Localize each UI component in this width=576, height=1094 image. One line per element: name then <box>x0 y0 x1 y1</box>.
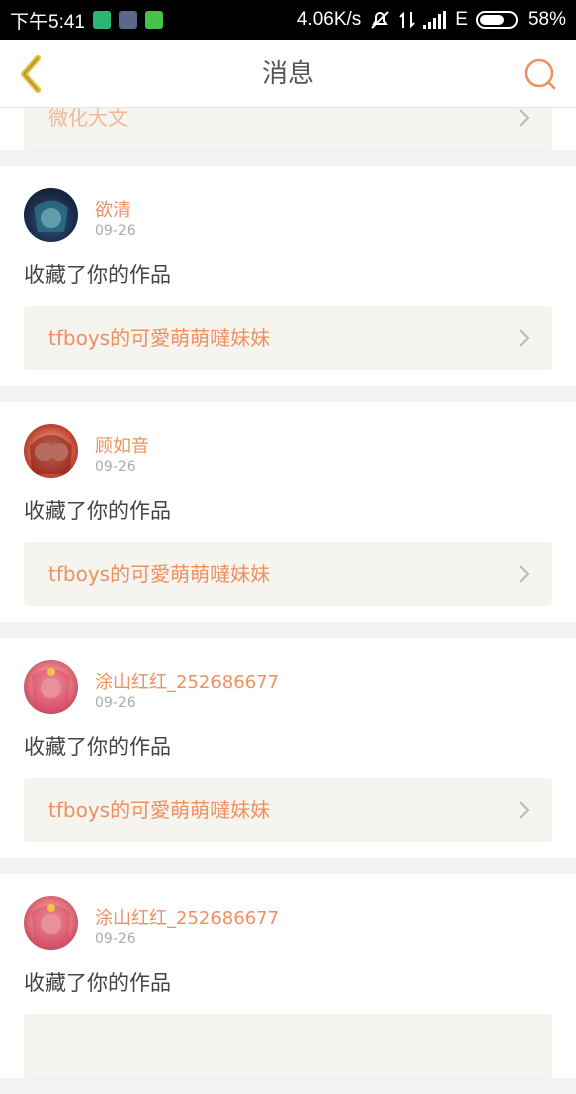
chevron-right-icon <box>519 801 530 819</box>
username[interactable]: 涂山红红_252686677 <box>95 668 279 694</box>
top-bar: 消息 <box>0 40 576 108</box>
chevron-right-icon <box>519 329 530 347</box>
android-app-icon <box>144 11 163 29</box>
avatar[interactable] <box>24 188 78 242</box>
gallery-app-icon <box>118 11 137 29</box>
battery-icon <box>475 11 518 29</box>
work-link[interactable]: tfboys的可愛萌萌噠妹妹 <box>24 778 552 842</box>
signal-icon <box>423 11 447 29</box>
battery-level: 58% <box>527 9 566 30</box>
username[interactable]: 顾如音 <box>95 432 149 458</box>
work-link[interactable]: tfboys的可愛萌萌噠妹妹 <box>24 542 552 606</box>
message-card: 涂山红红_252686677 09-26 收藏了你的作品 <box>0 874 576 1078</box>
work-link[interactable]: 微化大文 <box>24 108 552 150</box>
action-text: 收藏了你的作品 <box>24 263 171 287</box>
message-card: 微化大文 <box>0 108 576 150</box>
avatar[interactable] <box>24 424 78 478</box>
message-feed: 微化大文 欲清 09-26 收藏了你的作品 tfboys的可愛萌萌噠妹妹 顾如音… <box>0 108 576 1094</box>
avatar[interactable] <box>24 660 78 714</box>
action-text: 收藏了你的作品 <box>24 971 171 995</box>
message-card: 顾如音 09-26 收藏了你的作品 tfboys的可愛萌萌噠妹妹 <box>0 402 576 622</box>
status-time: 下午5:41 <box>10 11 85 33</box>
work-title: tfboys的可愛萌萌噠妹妹 <box>48 326 271 350</box>
chevron-right-icon <box>519 565 530 583</box>
mute-icon <box>371 11 389 29</box>
message-date: 09-26 <box>95 695 136 711</box>
network-type: E <box>455 9 468 30</box>
work-title: 微化大文 <box>48 108 128 130</box>
chevron-right-icon <box>519 109 530 127</box>
username[interactable]: 欲清 <box>95 196 131 222</box>
data-transfer-icon <box>399 11 415 29</box>
message-date: 09-26 <box>95 223 136 239</box>
status-bar: 下午5:41 4.06K/s E 58% <box>0 0 576 40</box>
network-speed: 4.06K/s <box>296 9 362 30</box>
work-link[interactable]: tfboys的可愛萌萌噠妹妹 <box>24 306 552 370</box>
shield-app-icon <box>92 11 111 29</box>
work-title: tfboys的可愛萌萌噠妹妹 <box>48 562 271 586</box>
search-icon[interactable] <box>522 56 558 92</box>
action-text: 收藏了你的作品 <box>24 499 171 523</box>
message-date: 09-26 <box>95 459 136 475</box>
message-date: 09-26 <box>95 931 136 947</box>
page-title: 消息 <box>261 59 314 89</box>
message-card: 涂山红红_252686677 09-26 收藏了你的作品 tfboys的可愛萌萌… <box>0 638 576 858</box>
message-card: 欲清 09-26 收藏了你的作品 tfboys的可愛萌萌噠妹妹 <box>0 166 576 386</box>
work-title: tfboys的可愛萌萌噠妹妹 <box>48 798 271 822</box>
action-text: 收藏了你的作品 <box>24 735 171 759</box>
username[interactable]: 涂山红红_252686677 <box>95 904 279 930</box>
avatar[interactable] <box>24 896 78 950</box>
